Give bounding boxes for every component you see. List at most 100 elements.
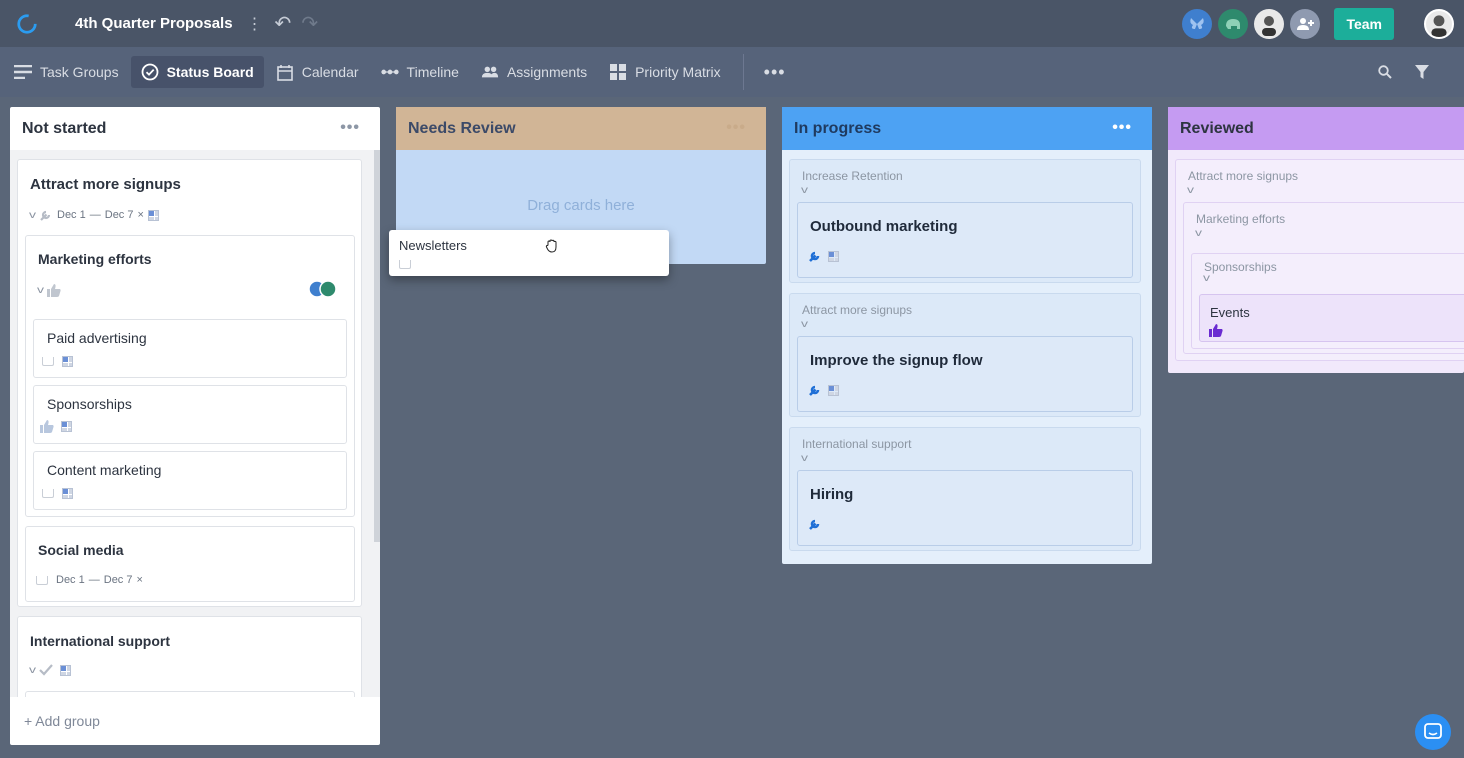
priority-grid-icon[interactable] xyxy=(60,664,71,676)
task-card-hiring[interactable]: Hiring xyxy=(797,470,1133,546)
inbox-icon[interactable] xyxy=(36,575,48,585)
column-title[interactable]: In progress xyxy=(794,120,881,138)
more-views-icon[interactable]: ••• xyxy=(764,62,786,83)
chevron-down-icon[interactable]: v xyxy=(801,185,808,196)
chevron-down-icon[interactable]: v xyxy=(1187,185,1194,196)
date-separator: — xyxy=(88,574,100,586)
tab-task-groups[interactable]: Task Groups xyxy=(4,56,129,88)
tab-priority-matrix[interactable]: Priority Matrix xyxy=(599,56,731,88)
group-attract-signups[interactable]: Attract more signups v Marketing efforts… xyxy=(1175,159,1464,361)
priority-grid-icon[interactable] xyxy=(828,250,839,262)
add-group-button[interactable]: + Add group xyxy=(24,713,100,729)
column-title[interactable]: Not started xyxy=(22,120,106,138)
group-marketing-efforts[interactable]: Marketing efforts v Sponsorships v Event… xyxy=(1183,202,1464,354)
task-card-content-marketing[interactable]: Content marketing xyxy=(33,451,347,510)
project-menu-icon[interactable]: ⋮ xyxy=(247,14,263,34)
group-sponsorships[interactable]: Sponsorships v Events xyxy=(1191,253,1464,349)
wrench-icon[interactable] xyxy=(808,383,822,397)
thumbs-up-icon[interactable] xyxy=(40,420,54,433)
add-member-button[interactable] xyxy=(1290,8,1321,39)
column-menu-icon[interactable]: ••• xyxy=(340,119,360,137)
thumbs-up-icon[interactable] xyxy=(1209,324,1223,337)
tab-timeline[interactable]: Timeline xyxy=(371,56,469,88)
task-meta xyxy=(808,249,839,263)
end-date: Dec 7 xyxy=(104,209,134,221)
tab-label: Status Board xyxy=(166,64,254,80)
wrench-icon[interactable] xyxy=(808,517,822,531)
column-title[interactable]: Reviewed xyxy=(1180,120,1254,138)
group-increase-retention[interactable]: Increase Retention v Outbound marketing xyxy=(789,159,1141,283)
clear-date-icon[interactable]: × xyxy=(138,209,144,221)
group-attract-signups[interactable]: Attract more signups v Improve the signu… xyxy=(789,293,1141,417)
user-photo-icon xyxy=(1431,14,1447,37)
grid-icon xyxy=(609,64,627,80)
task-card-outbound-marketing[interactable]: Outbound marketing xyxy=(797,202,1133,278)
wrench-icon[interactable] xyxy=(808,249,822,263)
priority-grid-icon[interactable] xyxy=(828,384,839,396)
chevron-down-icon[interactable]: v xyxy=(29,210,36,221)
inbox-icon[interactable] xyxy=(42,357,54,366)
avatar-elephant[interactable] xyxy=(1218,8,1249,39)
priority-grid-icon[interactable] xyxy=(61,421,72,432)
group-title: Attract more signups xyxy=(30,176,181,193)
task-card-paid-advertising[interactable]: Paid advertising xyxy=(33,319,347,378)
current-user-avatar[interactable] xyxy=(1424,8,1454,39)
tab-label: Priority Matrix xyxy=(635,64,721,80)
group-label: International support xyxy=(802,437,912,451)
task-card-sponsorships[interactable]: Sponsorships xyxy=(33,385,347,444)
inbox-icon[interactable] xyxy=(42,489,54,498)
priority-grid-icon[interactable] xyxy=(62,356,73,367)
filter-icon[interactable] xyxy=(1414,64,1430,80)
inbox-icon[interactable] xyxy=(399,260,411,269)
dragging-card-newsletters[interactable]: Newsletters xyxy=(389,230,669,276)
column-header: Not started ••• xyxy=(10,107,380,150)
column-menu-icon[interactable]: ••• xyxy=(1112,119,1132,137)
task-title: Outbound marketing xyxy=(810,218,958,235)
avatar-person[interactable] xyxy=(1254,8,1285,39)
view-separator xyxy=(742,54,744,90)
task-meta xyxy=(808,517,822,531)
check-circle-icon xyxy=(141,63,159,81)
tab-status-board[interactable]: Status Board xyxy=(130,56,264,88)
chevron-down-icon[interactable]: v xyxy=(1203,273,1210,284)
group-card-attract-signups[interactable]: Attract more signups v Dec 1— Dec 7 × Ma… xyxy=(17,159,362,607)
tab-assignments[interactable]: Assignments xyxy=(471,56,597,88)
tab-label: Task Groups xyxy=(40,64,119,80)
drop-zone-hint[interactable]: Drag cards here xyxy=(396,197,766,214)
column-title[interactable]: Needs Review xyxy=(408,120,516,138)
not-started-list[interactable]: Attract more signups v Dec 1— Dec 7 × Ma… xyxy=(10,150,380,697)
assignee-avatars[interactable] xyxy=(308,280,338,298)
chevron-down-icon[interactable]: v xyxy=(801,319,808,330)
chevron-down-icon[interactable]: v xyxy=(37,285,44,296)
priority-grid-icon[interactable] xyxy=(62,488,73,499)
group-international-support[interactable]: International support v Hiring xyxy=(789,427,1141,551)
scrollbar[interactable] xyxy=(374,150,380,542)
chevron-down-icon[interactable]: v xyxy=(801,453,808,464)
group-card-international-support[interactable]: International support v xyxy=(17,616,362,697)
tab-calendar[interactable]: Calendar xyxy=(266,56,369,88)
task-meta: Dec 1— Dec 7 × xyxy=(36,574,143,586)
search-icon[interactable] xyxy=(1378,65,1392,79)
undo-icon[interactable]: ↶ xyxy=(275,11,292,36)
top-right-actions: Team xyxy=(1176,0,1464,47)
task-title: Social media xyxy=(38,542,124,558)
nested-card-partial[interactable] xyxy=(25,691,355,697)
chevron-down-icon[interactable]: v xyxy=(1195,228,1202,239)
task-card-social-media[interactable]: Social media Dec 1— Dec 7 × xyxy=(25,526,355,602)
team-button[interactable]: Team xyxy=(1334,7,1394,40)
priority-grid-icon[interactable] xyxy=(147,209,159,221)
task-card-improve-signup-flow[interactable]: Improve the signup flow xyxy=(797,336,1133,412)
column-menu-icon[interactable]: ••• xyxy=(726,119,746,137)
chevron-down-icon[interactable]: v xyxy=(29,665,36,676)
task-title: Newsletters xyxy=(399,238,467,253)
redo-icon[interactable]: ↷ xyxy=(301,11,318,36)
group-title: Marketing efforts xyxy=(38,251,152,267)
group-card-marketing-efforts[interactable]: Marketing efforts v Paid advertising Spo… xyxy=(25,235,355,517)
date-separator: — xyxy=(89,209,101,221)
app-logo-icon[interactable] xyxy=(16,13,38,35)
task-card-events[interactable]: Events xyxy=(1199,294,1464,342)
avatar-butterfly[interactable] xyxy=(1182,8,1213,39)
project-title[interactable]: 4th Quarter Proposals xyxy=(75,15,233,32)
chat-support-button[interactable] xyxy=(1415,714,1451,750)
clear-date-icon[interactable]: × xyxy=(137,574,143,586)
